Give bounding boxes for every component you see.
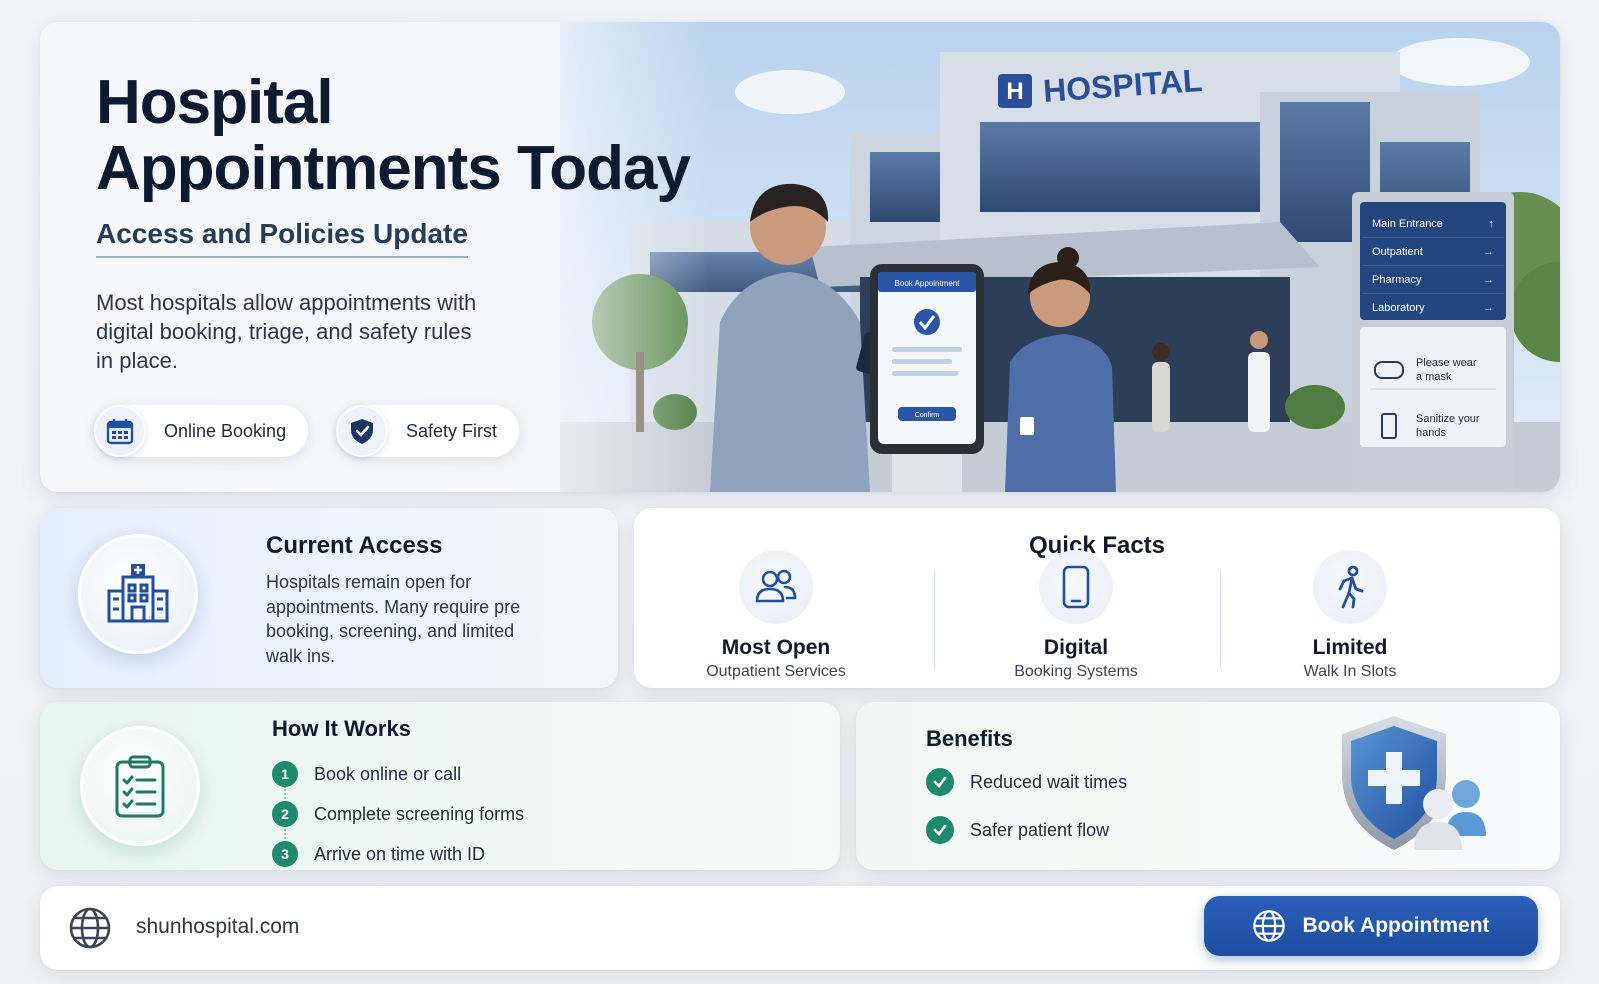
arrow-right-icon: → <box>1483 273 1494 286</box>
fact-title: Limited <box>1312 636 1388 659</box>
current-access-card: Current Access Hospitals remain open for… <box>40 508 618 688</box>
globe-icon <box>69 907 111 949</box>
kiosk-confirm-button: Confirm <box>915 412 940 419</box>
notice-line2: a mask <box>1416 371 1452 383</box>
fact-subtitle: Walk In Slots <box>1303 663 1397 680</box>
notice-line1: Please wear <box>1416 357 1477 369</box>
benefits-title: Benefits <box>926 726 1013 751</box>
step-text: Complete screening forms <box>314 803 525 824</box>
notice-line1: Sanitize your <box>1416 413 1480 425</box>
step-text: Arrive on time with ID <box>314 843 486 864</box>
smartphone-icon <box>1039 550 1113 624</box>
sanitizer-icon <box>1381 413 1397 439</box>
current-access-title: Current Access <box>266 532 443 559</box>
online-booking-badge[interactable]: Online Booking <box>94 405 309 457</box>
steps-list: 1 Book online or call 2 Complete screeni… <box>272 754 524 874</box>
how-it-works-title: How It Works <box>272 716 411 741</box>
globe-icon <box>1253 910 1286 942</box>
wayfinding-label: Laboratory <box>1372 302 1425 314</box>
step-number: 3 <box>272 841 298 867</box>
how-it-works-card: How It Works 1 Book online or call 2 Com… <box>40 702 840 870</box>
safety-first-label: Safety First <box>406 420 498 441</box>
step-number: 1 <box>272 761 298 787</box>
website-link[interactable]: shunhospital.com <box>136 915 299 939</box>
divider <box>934 570 935 668</box>
safety-first-badge[interactable]: Safety First <box>336 405 520 457</box>
walking-person-icon <box>1313 550 1387 624</box>
fact-item: Limited Walk In Slots <box>1230 550 1470 681</box>
benefits-card: Benefits Reduced wait times Safer patien… <box>856 702 1560 870</box>
fact-item: Digital Booking Systems <box>956 550 1196 681</box>
book-appointment-button[interactable]: Book Appointment <box>1204 896 1538 956</box>
calendar-icon <box>94 405 146 457</box>
wayfinding-row: Main Entrance ↑ <box>1362 210 1504 238</box>
step-item: 1 Book online or call <box>272 754 524 794</box>
step-item: 2 Complete screening forms <box>272 794 524 834</box>
online-booking-label: Online Booking <box>164 420 287 441</box>
fact-subtitle: Outpatient Services <box>706 663 846 680</box>
hero-description: Most hospitals allow appointments with d… <box>96 290 477 373</box>
check-icon <box>926 768 954 796</box>
notice-line2: hands <box>1416 427 1446 439</box>
title-line-2: Appointments Today <box>96 134 691 203</box>
wayfinding-row: Pharmacy → <box>1362 266 1504 294</box>
fact-subtitle: Booking Systems <box>1014 663 1138 680</box>
benefit-text: Safer patient flow <box>970 819 1110 840</box>
quick-facts-card: Quick Facts Most Open Outpatient Service… <box>634 508 1560 688</box>
fact-title: Digital <box>1043 636 1109 659</box>
fact-title: Most Open <box>721 636 831 659</box>
shield-check-icon <box>336 405 388 457</box>
kiosk-header: Book Appointment <box>895 279 961 288</box>
footer-bar: shunhospital.com Book Appointment <box>40 886 1560 970</box>
wayfinding-sign: Main Entrance ↑ Outpatient → Pharmacy → … <box>1362 210 1504 454</box>
wayfinding-row: Outpatient → <box>1362 238 1504 266</box>
fact-item: Most Open Outpatient Services <box>656 550 896 681</box>
clipboard-checklist-icon <box>80 726 200 846</box>
shield-patient-icon <box>1342 716 1486 850</box>
page-title: Hospital Appointments Today <box>96 68 691 203</box>
book-appointment-label: Book Appointment <box>1302 914 1490 937</box>
hospital-building-icon <box>78 534 198 654</box>
title-line-1: Hospital <box>96 68 334 137</box>
notice-sanitize: Sanitize your hands <box>1362 398 1504 454</box>
building-sign-letter: H <box>1006 78 1023 105</box>
arrow-right-icon: → <box>1483 245 1494 258</box>
people-icon <box>739 550 813 624</box>
wayfinding-row: Laboratory → <box>1362 294 1504 322</box>
wayfinding-label: Main Entrance <box>1372 217 1443 230</box>
current-access-text: Hospitals remain open for appointments. … <box>266 572 521 666</box>
step-number: 2 <box>272 801 298 827</box>
hero-banner: H HOSPITAL Book Appointment Confirm Main… <box>40 22 1560 492</box>
step-item: 3 Arrive on time with ID <box>272 834 524 874</box>
mask-icon <box>1374 361 1404 379</box>
benefit-item: Reduced wait times <box>926 768 1127 796</box>
wayfinding-label: Outpatient <box>1372 245 1423 258</box>
arrow-up-icon: ↑ <box>1488 217 1495 230</box>
arrow-right-icon: → <box>1483 302 1494 314</box>
step-text: Book online or call <box>314 763 462 784</box>
notice-mask: Please wear a mask <box>1362 342 1504 398</box>
page-subtitle: Access and Policies Update <box>96 218 468 258</box>
benefit-text: Reduced wait times <box>970 771 1128 792</box>
benefit-item: Safer patient flow <box>926 816 1109 844</box>
divider <box>1220 570 1221 668</box>
check-icon <box>926 816 954 844</box>
wayfinding-label: Pharmacy <box>1372 273 1422 286</box>
